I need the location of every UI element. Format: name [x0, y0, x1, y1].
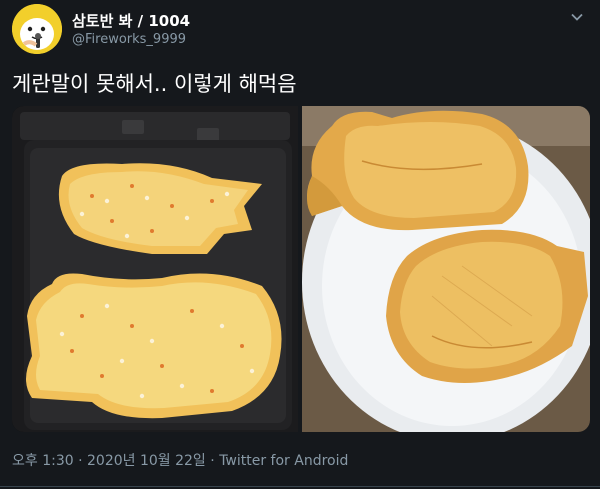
- display-name[interactable]: 삼토반 봐 / 1004: [72, 10, 190, 31]
- photo-right[interactable]: [302, 106, 590, 432]
- tweet-card: 삼토반 봐 / 1004 @Fireworks_9999 게란말이 못해서.. …: [0, 0, 600, 489]
- tweet-time[interactable]: 오후 1:30: [12, 453, 74, 469]
- divider: [0, 486, 600, 487]
- tweet-text: 게란말이 못해서.. 이렇게 해먹음: [12, 72, 297, 96]
- avatar[interactable]: [12, 4, 62, 54]
- photo-left[interactable]: [12, 106, 298, 432]
- user-handle[interactable]: @Fireworks_9999: [72, 32, 186, 47]
- separator-dot: ·: [210, 453, 215, 469]
- tweet-timestamp: 오후 1:30 · 2020년 10월 22일 · Twitter for An…: [12, 450, 348, 470]
- tweet-media[interactable]: [12, 106, 590, 432]
- chevron-down-icon[interactable]: [570, 10, 584, 24]
- tweet-date[interactable]: 2020년 10월 22일: [87, 453, 206, 469]
- separator-dot: ·: [78, 453, 83, 469]
- tweet-header: 삼토반 봐 / 1004 @Fireworks_9999: [12, 4, 588, 56]
- tweet-client[interactable]: Twitter for Android: [219, 453, 348, 469]
- photo-grid: [12, 106, 590, 432]
- avatar-cartoon-icon: [12, 4, 62, 54]
